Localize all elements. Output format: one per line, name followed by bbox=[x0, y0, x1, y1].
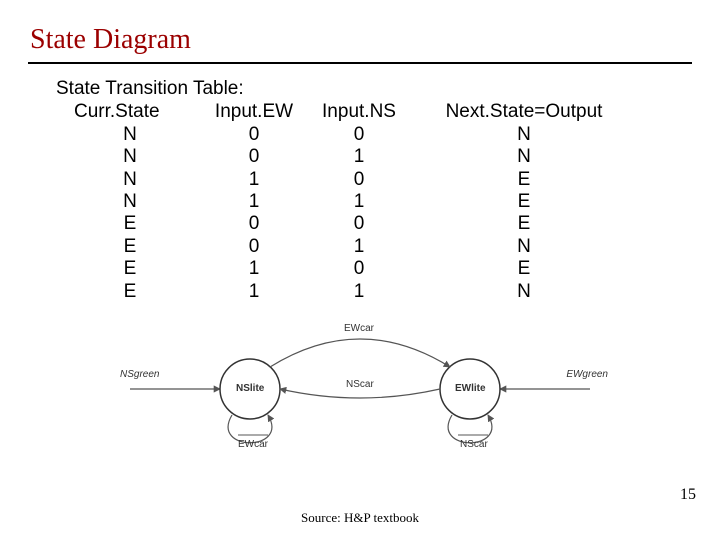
cell: 1 bbox=[304, 191, 414, 213]
cell: 1 bbox=[204, 169, 304, 191]
table-caption: State Transition Table: bbox=[56, 78, 692, 100]
title-rule bbox=[28, 62, 692, 64]
cell: 1 bbox=[304, 236, 414, 258]
table-row: E 0 0 E bbox=[56, 213, 634, 235]
col-input-ns: Input.NS bbox=[304, 101, 414, 123]
cell: 0 bbox=[204, 213, 304, 235]
table-row: N 0 1 N bbox=[56, 146, 634, 168]
cell: 0 bbox=[304, 169, 414, 191]
cell: 0 bbox=[304, 124, 414, 146]
col-curr-state: Curr.State bbox=[56, 101, 204, 123]
state-transition-table: State Transition Table: Curr.State Input… bbox=[56, 78, 692, 303]
cell: 0 bbox=[204, 236, 304, 258]
cell: 0 bbox=[204, 124, 304, 146]
cell: 0 bbox=[304, 258, 414, 280]
cell: E bbox=[414, 258, 634, 280]
edge-label-nscar-mid: NScar bbox=[346, 379, 374, 390]
label-nsgreen: NSgreen bbox=[120, 369, 159, 380]
cell: E bbox=[56, 236, 204, 258]
cell: 0 bbox=[204, 146, 304, 168]
cell: 0 bbox=[304, 213, 414, 235]
table-row: E 1 1 N bbox=[56, 281, 634, 303]
col-input-ew: Input.EW bbox=[204, 101, 304, 123]
cell: E bbox=[414, 191, 634, 213]
edge-label-ewcar-self: EWcar bbox=[238, 439, 268, 450]
cell: N bbox=[414, 124, 634, 146]
table-header-row: Curr.State Input.EW Input.NS Next.State=… bbox=[56, 101, 634, 123]
table-row: E 0 1 N bbox=[56, 236, 634, 258]
cell: N bbox=[414, 281, 634, 303]
state-diagram: NSgreen EWgreen NSlite EWlite EWcar NSca… bbox=[100, 317, 620, 457]
node-nslite: NSlite bbox=[236, 383, 264, 394]
cell: E bbox=[414, 169, 634, 191]
cell: N bbox=[56, 191, 204, 213]
edge-label-nscar-self: NScar bbox=[460, 439, 488, 450]
cell: E bbox=[414, 213, 634, 235]
cell: 1 bbox=[304, 281, 414, 303]
page-number: 15 bbox=[680, 486, 696, 504]
cell: 1 bbox=[204, 281, 304, 303]
cell: N bbox=[414, 236, 634, 258]
source-credit: Source: H&P textbook bbox=[0, 510, 720, 526]
cell: E bbox=[56, 213, 204, 235]
cell: N bbox=[56, 169, 204, 191]
table-row: N 1 1 E bbox=[56, 191, 634, 213]
table-row: E 1 0 E bbox=[56, 258, 634, 280]
cell: N bbox=[414, 146, 634, 168]
edge-label-ewcar-top: EWcar bbox=[344, 323, 374, 334]
node-ewlite: EWlite bbox=[455, 383, 486, 394]
label-ewgreen: EWgreen bbox=[566, 369, 608, 380]
cell: 1 bbox=[204, 258, 304, 280]
cell: 1 bbox=[304, 146, 414, 168]
cell: N bbox=[56, 124, 204, 146]
cell: 1 bbox=[204, 191, 304, 213]
col-next-state: Next.State=Output bbox=[414, 101, 634, 123]
table-row: N 0 0 N bbox=[56, 124, 634, 146]
table-row: N 1 0 E bbox=[56, 169, 634, 191]
slide-title: State Diagram bbox=[30, 24, 692, 56]
state-table: Curr.State Input.EW Input.NS Next.State=… bbox=[56, 101, 634, 303]
cell: E bbox=[56, 281, 204, 303]
cell: N bbox=[56, 146, 204, 168]
cell: E bbox=[56, 258, 204, 280]
